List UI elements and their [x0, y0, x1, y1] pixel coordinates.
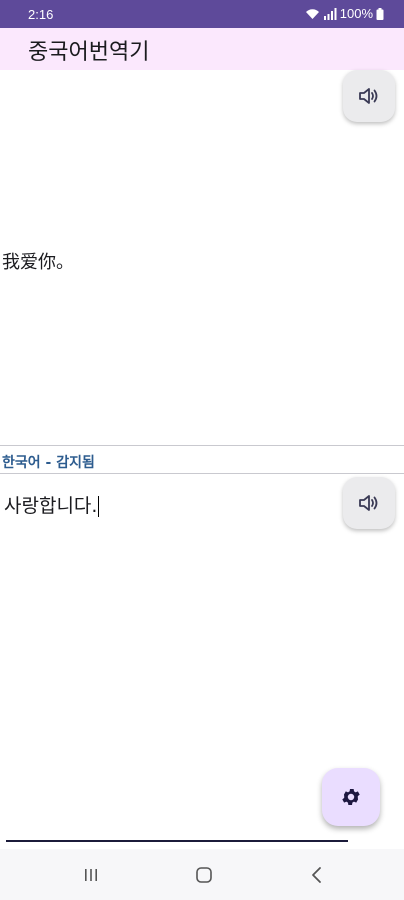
speak-translation-button[interactable]: [343, 477, 395, 529]
signal-icon: [323, 7, 337, 20]
battery-percent: 100%: [339, 6, 373, 21]
source-text[interactable]: 我爱你。: [2, 248, 74, 274]
speaker-icon: [359, 88, 378, 104]
status-bar: 2:16 100%: [0, 0, 404, 28]
system-nav-bar: [0, 849, 404, 900]
app-bar: 중국어번역기: [0, 28, 404, 70]
recent-apps-icon: [85, 869, 97, 881]
settings-button[interactable]: [322, 768, 380, 826]
translation-text-field[interactable]: 사랑합니다.: [4, 491, 100, 518]
divider: [0, 445, 404, 446]
battery-icon: [376, 7, 384, 20]
back-icon: [312, 867, 321, 883]
bottom-indicator-line: [6, 840, 348, 842]
home-icon: [196, 867, 212, 883]
app-title: 중국어번역기: [28, 40, 150, 65]
gear-icon: [342, 789, 360, 805]
text-caret: [98, 496, 100, 517]
divider: [0, 473, 404, 474]
recent-apps-button[interactable]: [76, 864, 106, 886]
speak-source-button[interactable]: [343, 70, 395, 122]
translation-text: 사랑합니다.: [4, 495, 98, 517]
status-time: 2:16: [28, 7, 54, 22]
status-icons: 100%: [305, 6, 384, 21]
wifi-icon: [305, 8, 319, 19]
home-button[interactable]: [189, 864, 219, 886]
detected-language-label: 한국어 - 감지됨: [2, 455, 95, 471]
back-button[interactable]: [302, 864, 332, 886]
speaker-icon: [359, 495, 378, 511]
